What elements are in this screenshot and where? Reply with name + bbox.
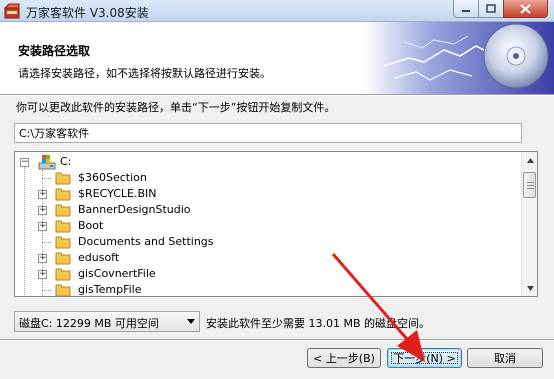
chevron-down-icon — [187, 319, 195, 324]
tree-row[interactable]: gisTempFile — [15, 282, 515, 296]
window-title: 万家客软件 V3.08安装 — [26, 6, 149, 20]
tree-row[interactable]: + Boot — [15, 218, 515, 234]
tree-row[interactable]: Documents and Settings — [15, 234, 515, 250]
tree-label: gisTempFile — [78, 283, 142, 296]
drive-select[interactable]: 磁盘C: 12299 MB 可用空间 — [14, 311, 200, 332]
expand-icon[interactable]: + — [38, 222, 47, 231]
expand-icon[interactable]: + — [38, 190, 47, 199]
tree-label-root: C: — [60, 155, 72, 168]
arrow-down-icon — [526, 285, 534, 291]
title-bar[interactable]: 万家客软件 V3.08安装 — [0, 0, 554, 22]
cancel-button[interactable]: 取消 — [467, 348, 543, 368]
scroll-up-button[interactable] — [523, 152, 537, 168]
tree-label: Documents and Settings — [78, 235, 214, 248]
back-button-label: < 上一步(B) — [313, 352, 375, 365]
header-title: 安装路径选取 — [18, 44, 91, 58]
back-button[interactable]: < 上一步(B) — [307, 348, 381, 368]
maximize-button[interactable] — [478, 0, 504, 18]
tree-label: Boot — [78, 219, 104, 232]
grip-line — [527, 185, 534, 186]
scroll-thumb[interactable] — [523, 172, 536, 198]
wizard-header: 安装路径选取 请选择安装路径，如不选择将按默认路径进行安装。 — [0, 22, 554, 94]
folder-icon — [55, 268, 71, 281]
instruction-text: 你可以更改此软件的安装路径，单击“下一步”按钮开始复制文件。 — [16, 101, 336, 114]
next-button[interactable]: 下一步(N) > — [387, 348, 462, 368]
tree-row[interactable]: + BannerDesignStudio — [15, 202, 515, 218]
tree-row[interactable]: $360Section — [15, 170, 515, 186]
cancel-button-label: 取消 — [494, 352, 516, 365]
tree-row[interactable]: + $RECYCLE.BIN — [15, 186, 515, 202]
folder-icon — [55, 188, 71, 201]
tree-branch-line — [42, 290, 51, 291]
tree-scrollbar[interactable] — [521, 152, 537, 296]
close-icon — [520, 3, 531, 14]
header-subtitle: 请选择安装路径，如不选择将按默认路径进行安装。 — [18, 67, 271, 80]
footer-divider — [0, 339, 554, 341]
minimize-button[interactable] — [453, 0, 479, 18]
installer-window: 万家客软件 V3.08安装 安装路径选取 请选择安装路径，如不选择将按默认路径进… — [0, 0, 554, 379]
folder-icon — [55, 172, 71, 185]
scroll-down-button[interactable] — [523, 280, 537, 296]
folder-icon — [55, 236, 71, 249]
tree-label: gisCovnertFile — [78, 267, 156, 280]
grip-line — [527, 182, 534, 183]
expand-icon[interactable]: + — [38, 254, 47, 263]
tree-branch-line — [42, 178, 51, 179]
install-path-input[interactable] — [14, 123, 522, 143]
tree-label: $RECYCLE.BIN — [78, 187, 157, 200]
expand-icon[interactable]: + — [38, 206, 47, 215]
folder-tree[interactable]: − C: $360Section + $RECYCLE.BIN + Banner… — [14, 151, 538, 297]
expand-icon[interactable]: + — [38, 270, 47, 279]
maximize-icon — [486, 4, 496, 13]
space-required-text: 安装此软件至少需要 13.01 MB 的磁盘空间。 — [206, 317, 431, 330]
focus-rect — [391, 352, 458, 364]
computer-drive-icon — [38, 155, 56, 170]
tree-branch-line — [42, 242, 51, 243]
tree-row[interactable]: + edusoft — [15, 250, 515, 266]
installer-box-icon — [4, 3, 20, 19]
folder-icon — [55, 204, 71, 217]
folder-icon — [55, 252, 71, 265]
minimize-icon — [462, 9, 470, 12]
folder-icon — [55, 220, 71, 233]
folder-icon — [55, 284, 71, 296]
drive-select-value: 磁盘C: 12299 MB 可用空间 — [19, 317, 159, 330]
header-divider — [0, 94, 554, 96]
tree-label: BannerDesignStudio — [78, 203, 191, 216]
arrow-up-icon — [526, 157, 534, 163]
tree-label: $360Section — [78, 171, 147, 184]
tree-row-root[interactable]: − C: — [15, 154, 515, 170]
grip-line — [527, 188, 534, 189]
tree-row[interactable]: + gisCovnertFile — [15, 266, 515, 282]
tree-label: edusoft — [78, 251, 120, 264]
cd-disc-lightning-art — [364, 22, 554, 94]
collapse-icon[interactable]: − — [20, 158, 29, 167]
close-button[interactable] — [503, 0, 548, 18]
